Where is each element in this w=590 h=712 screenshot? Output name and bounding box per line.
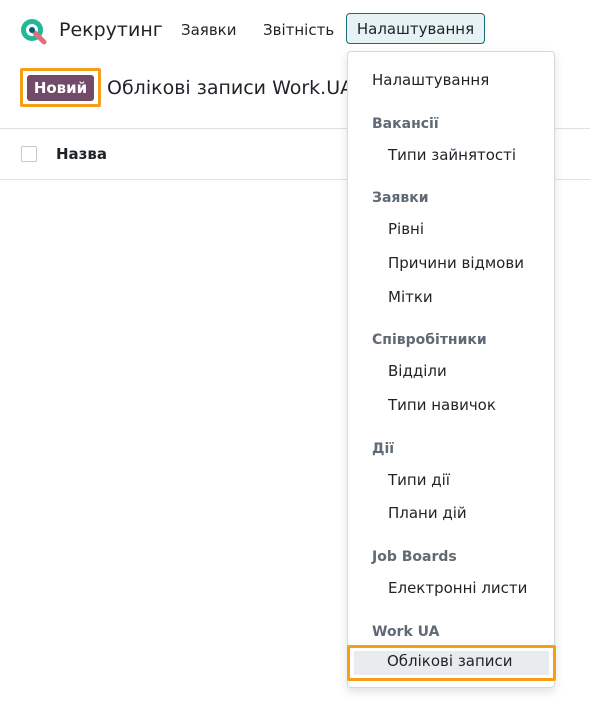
dropdown-item-employment-types[interactable]: Типи зайнятості xyxy=(388,146,516,164)
section-applications: Заявки xyxy=(372,190,429,206)
section-employees: Співробітники xyxy=(372,332,487,348)
breadcrumb: Облікові записи Work.UA xyxy=(107,77,354,99)
dropdown-item-levels[interactable]: Рівні xyxy=(388,220,424,238)
new-button[interactable]: Новий xyxy=(26,74,95,101)
column-header-name[interactable]: Назва xyxy=(56,145,107,163)
new-button-highlight: Новий xyxy=(20,68,101,107)
recruitment-app-icon[interactable] xyxy=(19,17,47,45)
dropdown-item-accounts-highlight[interactable]: Облікові записи xyxy=(347,645,556,681)
menu-configuration-label: Налаштування xyxy=(356,19,475,38)
dropdown-item-refuse-reasons[interactable]: Причини відмови xyxy=(388,254,524,272)
dropdown-item-emails[interactable]: Електронні листи xyxy=(388,579,527,597)
dropdown-item-tags[interactable]: Мітки xyxy=(388,288,433,306)
dropdown-item-departments[interactable]: Відділи xyxy=(388,362,447,380)
dropdown-item-skill-types[interactable]: Типи навичок xyxy=(388,396,496,414)
dropdown-item-accounts[interactable]: Облікові записи xyxy=(387,652,513,670)
section-work-ua: Work UA xyxy=(372,624,440,640)
menu-applications[interactable]: Заявки xyxy=(181,21,236,39)
menu-reporting[interactable]: Звітність xyxy=(263,21,334,39)
menu-configuration[interactable]: Налаштування xyxy=(346,13,485,44)
dropdown-item-settings[interactable]: Налаштування xyxy=(372,71,489,89)
select-all-checkbox[interactable] xyxy=(21,146,37,162)
section-vacancies: Вакансії xyxy=(372,116,439,132)
section-activities: Дії xyxy=(372,441,395,457)
section-job-boards: Job Boards xyxy=(372,549,457,565)
dropdown-item-activity-types[interactable]: Типи дії xyxy=(388,471,450,489)
configuration-dropdown: Налаштування Вакансії Типи зайнятості За… xyxy=(347,51,556,688)
dropdown-item-activity-plans[interactable]: Плани дій xyxy=(388,504,467,522)
app-name[interactable]: Рекрутинг xyxy=(59,19,163,41)
